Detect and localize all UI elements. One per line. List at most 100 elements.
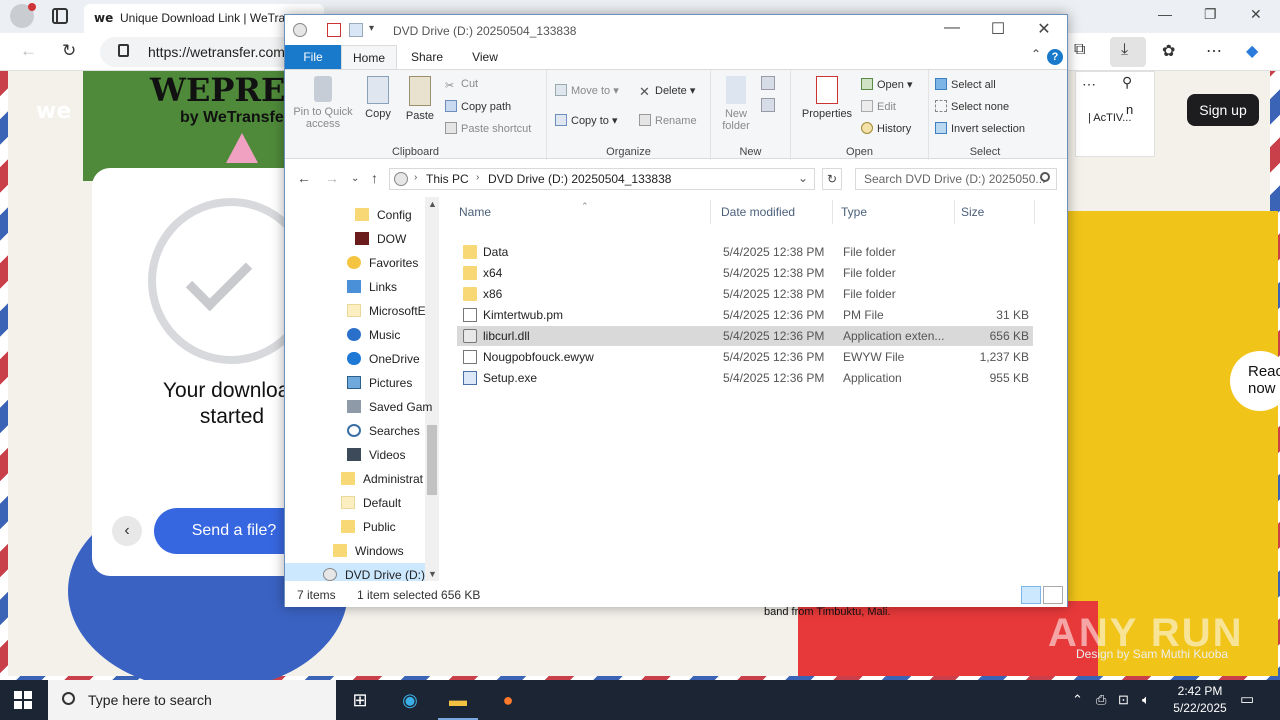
scroll-up-icon[interactable]: ▲ bbox=[428, 199, 437, 209]
easy-access-icon[interactable] bbox=[761, 98, 775, 112]
properties-quick-icon[interactable] bbox=[327, 23, 341, 37]
browser-minimize-button[interactable]: — bbox=[1158, 6, 1172, 22]
tree-scrollbar[interactable]: ▲ ▼ bbox=[425, 197, 439, 581]
new-folder-quick-icon[interactable] bbox=[349, 23, 363, 37]
move-to-button[interactable]: Move to ▾ bbox=[555, 84, 619, 97]
file-row[interactable]: Data 5/4/2025 12:38 PM File folder bbox=[457, 242, 1033, 262]
tab-actions-icon[interactable] bbox=[52, 8, 68, 24]
scroll-thumb[interactable] bbox=[427, 425, 437, 495]
side-panel-link[interactable]: | AcTIV... bbox=[1088, 112, 1131, 124]
tree-item[interactable]: OneDrive bbox=[285, 347, 425, 371]
properties-button[interactable]: Properties bbox=[797, 76, 857, 120]
explorer-maximize-button[interactable]: ☐ bbox=[975, 19, 1021, 39]
refresh-button[interactable]: ↻ bbox=[822, 168, 842, 190]
breadcrumb-drive[interactable]: DVD Drive (D:) 20250504_133838 bbox=[488, 172, 671, 186]
tree-item[interactable]: Music bbox=[285, 323, 425, 347]
column-type[interactable]: Type bbox=[835, 200, 955, 224]
file-row[interactable]: x64 5/4/2025 12:38 PM File folder bbox=[457, 263, 1033, 283]
column-name[interactable]: ⌃ Name bbox=[453, 200, 711, 224]
tree-item[interactable]: Favorites bbox=[285, 251, 425, 275]
pin-icon[interactable]: ⚲ bbox=[1122, 74, 1132, 91]
tree-item[interactable]: Searches bbox=[285, 419, 425, 443]
up-arrow-icon[interactable]: ↑ bbox=[371, 170, 378, 186]
explorer-close-button[interactable]: ✕ bbox=[1021, 19, 1067, 39]
history-button[interactable]: History bbox=[861, 122, 911, 135]
path-separator-icon[interactable]: › bbox=[476, 172, 479, 183]
previous-button[interactable]: ‹ bbox=[112, 516, 142, 546]
volume-icon[interactable]: 🔈︎ bbox=[1142, 692, 1150, 708]
open-button[interactable]: Open ▾ bbox=[861, 78, 913, 91]
tree-item[interactable]: Videos bbox=[285, 443, 425, 467]
browser-restore-button[interactable]: ❐ bbox=[1204, 6, 1217, 23]
tab-home[interactable]: Home bbox=[341, 45, 397, 69]
wetransfer-logo[interactable]: we bbox=[36, 99, 71, 124]
edge-icon[interactable]: ◉ bbox=[390, 684, 430, 720]
cut-button[interactable]: ✂ Cut bbox=[445, 78, 478, 92]
task-view-icon[interactable]: ⊞ bbox=[340, 684, 380, 720]
tree-item[interactable]: Windows bbox=[285, 539, 425, 563]
paste-button[interactable]: Paste bbox=[401, 76, 439, 122]
back-arrow-icon[interactable]: ← bbox=[297, 170, 311, 186]
extensions-icon[interactable]: ✿ bbox=[1162, 41, 1175, 61]
copilot-icon[interactable]: ◆ bbox=[1246, 41, 1258, 61]
forward-arrow-icon[interactable]: → bbox=[325, 170, 339, 186]
collections-icon[interactable]: ⧉ bbox=[1074, 41, 1085, 59]
customize-toolbar-icon[interactable]: ▾ bbox=[369, 23, 374, 34]
explorer-minimize-button[interactable]: — bbox=[929, 19, 975, 37]
file-row[interactable]: Setup.exe 5/4/2025 12:36 PM Application 955… bbox=[457, 368, 1033, 388]
copy-to-button[interactable]: Copy to ▾ bbox=[555, 114, 618, 127]
tree-item[interactable]: DOW bbox=[285, 227, 425, 251]
profile-avatar[interactable] bbox=[10, 3, 36, 28]
more-options-icon[interactable]: ⋯ bbox=[1082, 76, 1096, 93]
search-input[interactable]: Search DVD Drive (D:) 2025050... bbox=[855, 168, 1057, 190]
file-explorer-icon[interactable]: ▬ bbox=[438, 684, 478, 720]
device-icon[interactable]: ⎙ bbox=[1096, 692, 1106, 708]
tree-item[interactable]: Administrat bbox=[285, 467, 425, 491]
tree-item[interactable]: DVD Drive (D:) bbox=[285, 563, 425, 581]
paste-shortcut-button[interactable]: Paste shortcut bbox=[445, 122, 531, 135]
taskbar-clock[interactable]: 2:42 PM 5/22/2025 bbox=[1160, 683, 1240, 717]
rename-button[interactable]: Rename bbox=[639, 114, 697, 127]
help-icon[interactable]: ? bbox=[1047, 49, 1063, 65]
copy-path-button[interactable]: Copy path bbox=[445, 100, 511, 113]
column-date[interactable]: Date modified bbox=[715, 200, 833, 224]
file-row[interactable]: libcurl.dll 5/4/2025 12:36 PM Application … bbox=[457, 326, 1033, 346]
file-row[interactable]: x86 5/4/2025 12:38 PM File folder bbox=[457, 284, 1033, 304]
edit-button[interactable]: Edit bbox=[861, 100, 896, 113]
new-folder-button[interactable]: New folder bbox=[715, 76, 757, 132]
new-item-icon[interactable] bbox=[761, 76, 775, 90]
more-menu-icon[interactable]: ⋯ bbox=[1206, 41, 1222, 61]
tree-item[interactable]: Config bbox=[285, 203, 425, 227]
select-none-button[interactable]: Select none bbox=[935, 100, 1009, 113]
column-size[interactable]: Size bbox=[955, 200, 1035, 224]
breadcrumb-this-pc[interactable]: This PC bbox=[426, 172, 469, 186]
collapse-ribbon-icon[interactable]: ⌃ bbox=[1031, 47, 1041, 61]
tree-item[interactable]: Saved Gam bbox=[285, 395, 432, 419]
downloads-button[interactable]: ⤓ bbox=[1110, 37, 1146, 67]
tree-item[interactable]: Public bbox=[285, 515, 425, 539]
refresh-icon[interactable]: ↻ bbox=[62, 41, 76, 61]
network-icon[interactable]: ⊡ bbox=[1118, 692, 1129, 708]
path-separator-icon[interactable]: › bbox=[414, 172, 417, 183]
path-dropdown-icon[interactable]: ⌄ bbox=[798, 171, 808, 185]
pin-quick-access-button[interactable]: Pin to Quick access bbox=[289, 76, 357, 130]
address-path[interactable]: › This PC › DVD Drive (D:) 20250504_1338… bbox=[389, 168, 815, 190]
tab-share[interactable]: Share bbox=[407, 45, 447, 69]
taskbar-search[interactable]: Type here to search bbox=[48, 680, 336, 720]
delete-button[interactable]: ✕ Delete ▾ bbox=[639, 84, 695, 99]
notifications-icon[interactable]: ▭ bbox=[1240, 690, 1254, 708]
signup-button[interactable]: Sign up bbox=[1187, 94, 1259, 126]
details-view-button[interactable] bbox=[1021, 586, 1041, 604]
browser-close-button[interactable]: ✕ bbox=[1250, 6, 1262, 23]
scroll-down-icon[interactable]: ▼ bbox=[428, 569, 437, 579]
windows-start-icon[interactable] bbox=[14, 691, 32, 709]
firefox-icon[interactable]: ● bbox=[488, 684, 528, 720]
large-icons-view-button[interactable] bbox=[1043, 586, 1063, 604]
copy-button[interactable]: Copy bbox=[361, 76, 395, 120]
invert-selection-button[interactable]: Invert selection bbox=[935, 122, 1025, 135]
file-row[interactable]: Kimtertwub.pm 5/4/2025 12:36 PM PM File 31 … bbox=[457, 305, 1033, 325]
recent-locations-icon[interactable]: ⌄ bbox=[351, 173, 359, 184]
tab-file[interactable]: File bbox=[285, 45, 341, 69]
select-all-button[interactable]: Select all bbox=[935, 78, 996, 91]
tab-view[interactable]: View bbox=[465, 45, 505, 69]
